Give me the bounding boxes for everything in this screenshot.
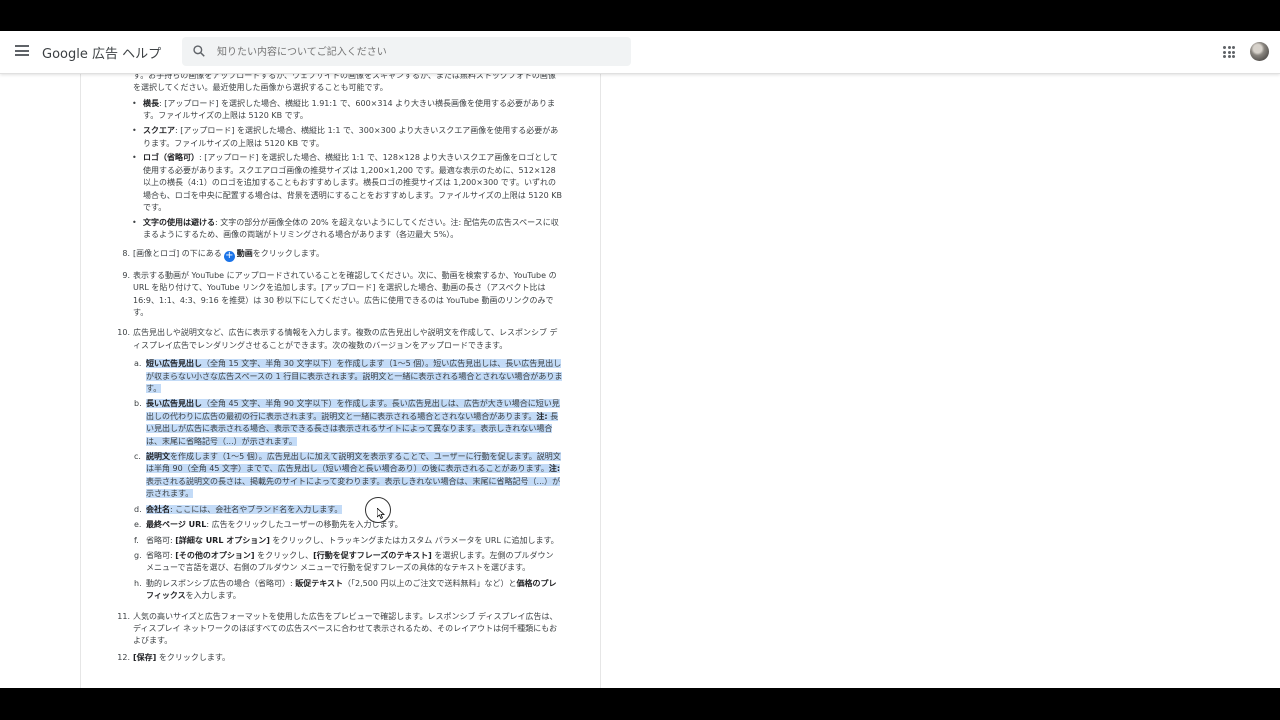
intro-text: す。お手持ちの画像をアップロードするか、ウェブサイトの画像をスキャンするか、また… [133,73,556,93]
step-9: 9. 表示する動画が YouTube にアップロードされていることを確認してくださ… [122,270,557,317]
search-input[interactable] [215,41,619,63]
sub-item-e: e. 最終ページ URL: 広告をクリックしたユーザーの移動先を入力します。 [134,520,403,530]
sub-item-b: b. 長い広告見出し（全角 45 文字、半角 90 文字以下）を作成します。長い広… [134,399,560,446]
step-10: 10. 広告見出しや説明文など、広告に表示する情報を入力します。複数の広告見出しや… [117,328,558,350]
article-page: す。お手持ちの画像をアップロードするか、ウェブサイトの画像をスキャンするか、また… [0,73,1280,688]
sub-item-h: h. 動的レスポンシブ広告の場合（省略可）: 販促テキスト（「2,500 円以上の… [134,578,557,601]
sub-item-g: g. 省略可: [その他のオプション] をクリックし、[行動を促すフレーズのテキス… [134,550,554,573]
sub-item-d: d. 会社名: ここには、会社名やブランド名を入力します。 [134,504,343,514]
add-circle-icon: + [223,249,235,262]
step-11: 11. 人気の高いサイズと広告フォーマットを使用した広告をプレビューで確認します。… [117,611,558,646]
list-item: 文字の使用は避ける: 文字の部分が画像全体の 20% を超えないようにしてくださ… [132,217,563,242]
sub-item-a: a. 短い広告見出し（全角 15 文字、半角 30 文字以下）を作成します（1〜5… [134,359,563,394]
top-app-bar: Google 広告 ヘルプ [0,31,1280,74]
menu-icon[interactable] [15,45,29,56]
search-box[interactable] [182,37,631,66]
apps-grid-icon[interactable] [1223,46,1235,58]
list-item: 横長: [アップロード] を選択した場合、横縦比 1.91:1 で、600×31… [132,98,563,123]
step-12: 12. [保存] をクリックします。 [117,652,231,662]
step-8: 8. [画像とロゴ] の下にある + 動画をクリックします。 [122,248,324,262]
avatar[interactable] [1250,42,1269,61]
sub-item-c: c. 説明文を作成します（1〜5 個）。広告見出しに加えて説明文を表示することで、… [134,452,561,499]
site-title[interactable]: Google 広告 ヘルプ [42,43,161,62]
sub-item-f: f. 省略可: [詳細な URL オプション] をクリックし、トラッキングまたはカ… [134,535,559,545]
mouse-cursor-icon [365,497,391,523]
article-body: す。お手持ちの画像をアップロードするか、ウェブサイトの画像をスキャンするか、また… [117,73,563,667]
search-icon [193,45,205,57]
list-item: ロゴ（省略可）: [アップロード] を選択した場合、横縦比 1:1 で、128×… [132,152,563,214]
list-item: スクエア: [アップロード] を選択した場合、横縦比 1:1 で、300×300… [132,125,563,150]
